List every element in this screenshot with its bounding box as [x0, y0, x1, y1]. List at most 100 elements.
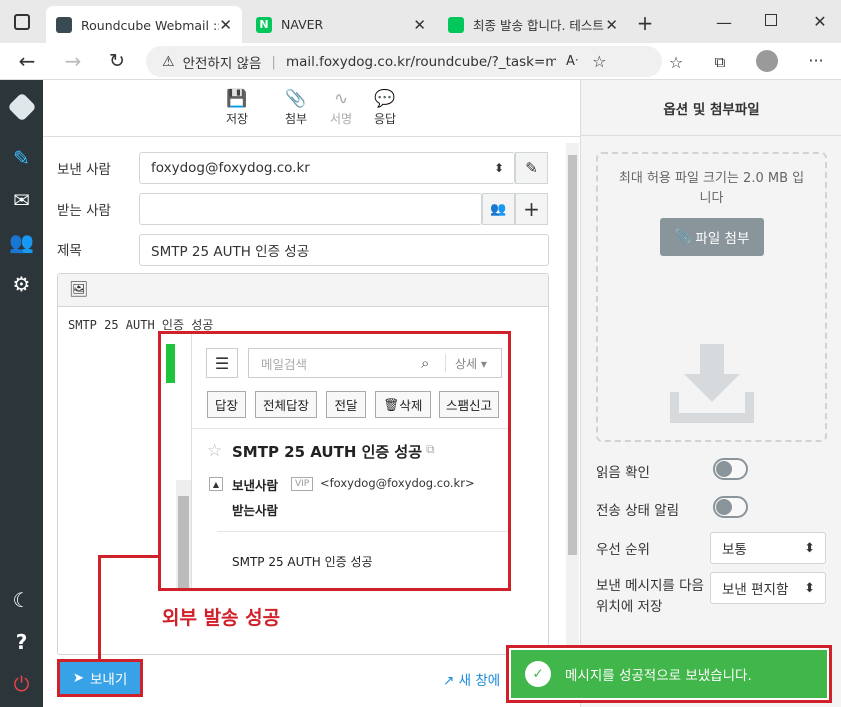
- forward-icon[interactable]: →: [62, 49, 84, 73]
- mail-icon[interactable]: ✉: [0, 182, 43, 218]
- address-bar: ← → ↻ ⚠ 안전하지 않음 | mail.foxydog.co.kr/rou…: [0, 43, 841, 80]
- paperclip-icon: 📎: [674, 229, 692, 245]
- favorites-icon[interactable]: ☆: [665, 51, 687, 73]
- naver-menu-icon[interactable]: ☰: [206, 348, 238, 378]
- contacts-button[interactable]: 👥: [482, 193, 515, 225]
- naver-forward-button[interactable]: 전달: [326, 391, 366, 418]
- priority-label: 우선 순위: [596, 542, 650, 558]
- more-menu-icon[interactable]: ···: [805, 49, 827, 71]
- delivery-status-label: 전송 상태 알림: [596, 503, 680, 519]
- star-icon[interactable]: ☆: [207, 441, 222, 461]
- paperclip-icon: 📎: [285, 89, 307, 109]
- naver-mail-body: SMTP 25 AUTH 인증 성공: [232, 555, 373, 569]
- close-tab-icon[interactable]: ✕: [413, 16, 426, 34]
- maximize-icon[interactable]: [765, 14, 777, 26]
- subject-label: 제목: [57, 243, 82, 259]
- collapse-icon[interactable]: ▲: [209, 477, 223, 491]
- naver-to-label: 받는사람: [232, 503, 279, 518]
- naver-mail-subject: SMTP 25 AUTH 인증 성공: [232, 443, 423, 461]
- close-tab-icon[interactable]: ✕: [219, 16, 232, 34]
- naver-spam-button[interactable]: 스팸신고: [439, 391, 499, 418]
- edit-identity-button[interactable]: ✎: [515, 152, 548, 184]
- comment-icon: 💬: [374, 89, 396, 109]
- naver-detail-dropdown[interactable]: 상세 ▾: [455, 355, 487, 372]
- attach-file-button[interactable]: 📎 파일 첨부: [660, 218, 764, 256]
- naver-reply-all-button[interactable]: 전체답장: [255, 391, 317, 418]
- search-icon[interactable]: ⌕: [421, 354, 429, 372]
- external-link-icon: ↗: [443, 673, 455, 689]
- scrollbar[interactable]: [566, 143, 579, 651]
- naver-from-label: 보낸사람: [232, 478, 279, 493]
- from-select[interactable]: foxydog@foxydog.co.kr ⬍: [139, 152, 515, 184]
- success-toast[interactable]: ✓ 메시지를 성공적으로 보냈습니다.: [511, 650, 827, 698]
- new-tab-icon[interactable]: +: [634, 11, 656, 35]
- plus-icon: +: [523, 197, 540, 221]
- read-receipt-label: 읽음 확인: [596, 465, 650, 481]
- warning-icon: ⚠: [162, 53, 175, 70]
- save-button[interactable]: 💾 저장: [212, 88, 262, 127]
- roundcube-logo: [7, 92, 37, 122]
- pencil-icon: ✎: [525, 159, 538, 177]
- attach-button[interactable]: 📎 첨부: [271, 88, 321, 127]
- settings-icon[interactable]: ⚙: [0, 266, 43, 302]
- save-sent-select[interactable]: 보낸 편지함: [710, 572, 826, 604]
- dark-mode-icon[interactable]: ☾: [0, 582, 43, 618]
- toast-frame: ✓ 메시지를 성공적으로 보냈습니다.: [506, 645, 832, 703]
- naver-scrollbar[interactable]: [176, 480, 191, 588]
- compose-icon[interactable]: ✎: [0, 140, 43, 176]
- read-receipt-toggle[interactable]: [713, 458, 748, 480]
- signature-icon: ∿: [333, 89, 349, 109]
- attachment-dropzone[interactable]: 최대 허용 파일 크기는 2.0 MB 입니다 📎 파일 첨부: [596, 152, 827, 442]
- subject-input[interactable]: SMTP 25 AUTH 인증 성공: [139, 234, 549, 266]
- save-icon: 💾: [226, 89, 248, 109]
- naver-from-address: <foxydog@foxydog.co.kr>: [320, 476, 475, 490]
- open-new-window-link[interactable]: ↗ 새 창에: [443, 669, 509, 689]
- connector-line: [98, 555, 101, 659]
- add-recipient-button[interactable]: +: [515, 193, 548, 225]
- app-sidebar: ✎ ✉ 👥 ⚙ ☾ ? ⏻: [0, 80, 43, 707]
- naver-green-bar: [166, 344, 175, 383]
- connector-line: [98, 555, 160, 558]
- signature-button[interactable]: ∿ 서명: [316, 88, 366, 127]
- send-icon: ➤: [72, 670, 85, 686]
- url-text[interactable]: mail.foxydog.co.kr/roundcube/?_task=mai.…: [286, 54, 556, 70]
- from-label: 보낸 사람: [57, 162, 111, 178]
- logout-icon[interactable]: ⏻: [0, 666, 43, 702]
- naver-reply-button[interactable]: 답장: [207, 391, 246, 418]
- naver-favicon: N: [256, 16, 272, 33]
- close-tab-icon[interactable]: ✕: [605, 16, 618, 34]
- collections-icon[interactable]: ⧉: [709, 51, 731, 73]
- responses-button[interactable]: 💬 응답: [360, 88, 410, 127]
- refresh-icon[interactable]: ↻: [106, 50, 128, 72]
- browser-tabbar: Roundcube Webmail :: 새 ✕ N NAVER ✕ 최종 발송…: [0, 0, 841, 43]
- tab-roundcube[interactable]: Roundcube Webmail :: 새 ✕: [46, 6, 242, 43]
- trash-icon: 🗑: [383, 396, 400, 412]
- select-arrows-icon: ⬍: [493, 161, 504, 175]
- add-favorite-icon[interactable]: ☆: [592, 52, 606, 71]
- image-icon[interactable]: 🖼: [58, 274, 548, 307]
- url-box[interactable]: ⚠ 안전하지 않음 | mail.foxydog.co.kr/roundcube…: [146, 46, 662, 77]
- max-size-text: 최대 허용 파일 크기는 2.0 MB 입니다: [618, 171, 805, 206]
- back-icon[interactable]: ←: [16, 49, 38, 73]
- popout-icon[interactable]: ⧉: [426, 442, 435, 457]
- tab-mail[interactable]: 최종 발송 합니다. 테스트 ✕: [438, 6, 628, 43]
- toolbar-divider: [43, 136, 580, 137]
- contacts-icon[interactable]: 👥: [0, 224, 43, 260]
- profile-avatar[interactable]: [756, 50, 778, 72]
- to-input[interactable]: [139, 193, 482, 225]
- delivery-status-toggle[interactable]: [713, 496, 748, 518]
- naver-delete-button[interactable]: 🗑 삭제: [375, 391, 431, 418]
- roundcube-favicon: [56, 16, 72, 33]
- scrollbar-thumb[interactable]: [568, 155, 577, 555]
- naver-search-input[interactable]: 메일검색 ⌕ 상세 ▾: [248, 348, 502, 378]
- naver-mail-screenshot: ☰ 메일검색 ⌕ 상세 ▾ 답장 전체답장 전달 🗑 삭제 스팸신고 ☆ SMTP…: [158, 331, 511, 591]
- tab-naver[interactable]: N NAVER ✕: [246, 6, 436, 43]
- tab-actions-icon[interactable]: [14, 14, 30, 30]
- send-button[interactable]: ➤ 보내기: [57, 659, 143, 697]
- help-icon[interactable]: ?: [0, 624, 43, 660]
- priority-select[interactable]: 보통: [710, 532, 826, 564]
- to-label: 받는 사람: [57, 203, 111, 219]
- close-window-icon[interactable]: ✕: [810, 11, 830, 31]
- minimize-icon[interactable]: —: [714, 12, 734, 32]
- read-aloud-icon[interactable]: Aᐧ: [566, 54, 578, 69]
